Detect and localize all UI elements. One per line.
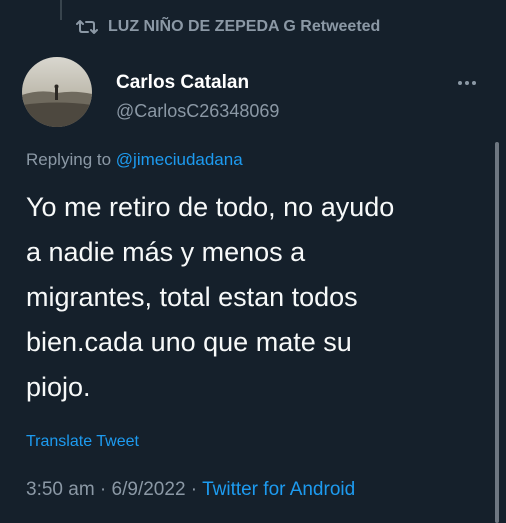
tweet-text: Yo me retiro de todo, no ayudo a nadie m… — [26, 192, 395, 402]
meta-separator: · — [185, 479, 203, 500]
avatar[interactable] — [22, 57, 92, 127]
scrollbar[interactable] — [495, 142, 499, 523]
author-handle[interactable]: @CarlosC26348069 — [116, 101, 279, 122]
reply-mention-link[interactable]: @jimeciudadana — [116, 150, 243, 169]
author-name[interactable]: Carlos Catalan — [116, 72, 249, 94]
retweet-icon — [76, 19, 98, 35]
thread-line — [60, 0, 62, 20]
dot-icon — [472, 81, 476, 85]
tweet-time[interactable]: 3:50 am — [26, 479, 95, 500]
translate-tweet-link[interactable]: Translate Tweet — [26, 433, 139, 451]
retweet-label: LUZ NIÑO DE ZEPEDA G Retweeted — [108, 18, 381, 35]
tweet-meta: 3:50 am · 6/9/2022 · Twitter for Android — [26, 479, 355, 501]
meta-separator: · — [94, 479, 112, 500]
tweet-view: LUZ NIÑO DE ZEPEDA G Retweeted Carlos Ca… — [0, 0, 506, 523]
replying-prefix: Replying to — [26, 150, 116, 169]
tweet-source-link[interactable]: Twitter for Android — [202, 479, 355, 500]
replying-to: Replying to @jimeciudadana — [26, 150, 243, 170]
dot-icon — [465, 81, 469, 85]
retweet-header[interactable]: LUZ NIÑO DE ZEPEDA G Retweeted — [76, 18, 380, 36]
tweet-date[interactable]: 6/9/2022 — [112, 479, 186, 500]
dot-icon — [458, 81, 462, 85]
more-options-button[interactable] — [452, 76, 482, 90]
